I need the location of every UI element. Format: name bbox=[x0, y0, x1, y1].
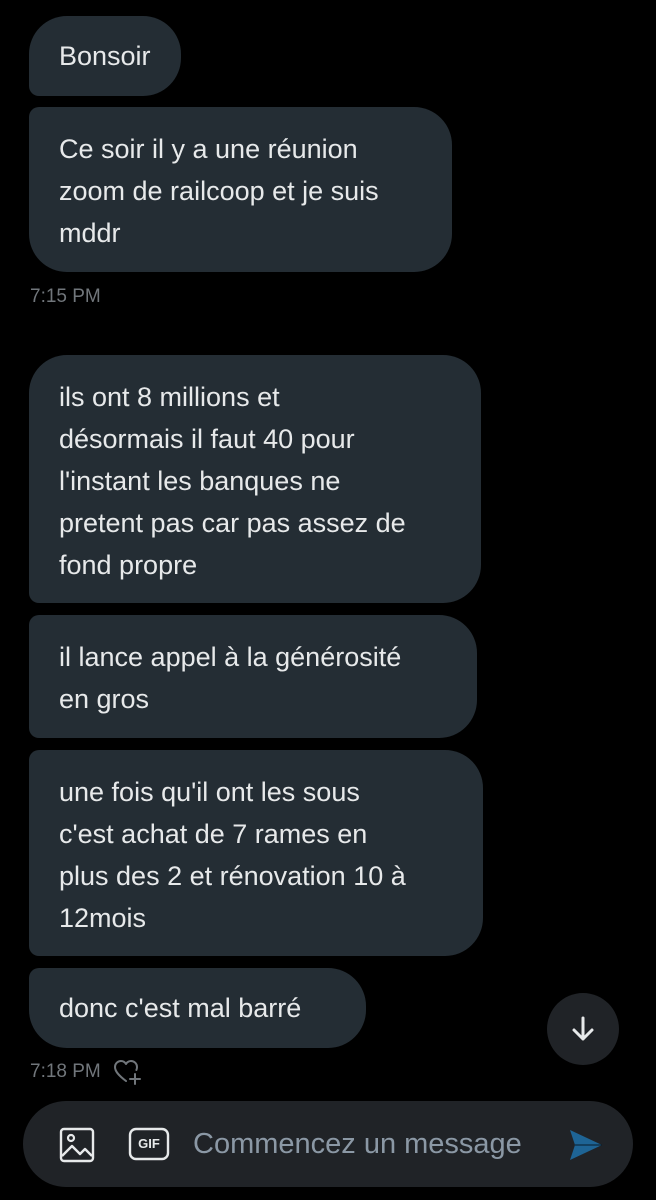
message-bubble[interactable]: une fois qu'il ont les sous c'est achat … bbox=[29, 750, 483, 956]
gif-label: GIF bbox=[138, 1136, 160, 1151]
send-icon[interactable] bbox=[566, 1125, 606, 1165]
message-bubble[interactable]: il lance appel à la générosité en gros bbox=[29, 615, 477, 738]
message-timestamp-row: 7:18 PM bbox=[30, 1058, 143, 1086]
heart-plus-icon[interactable] bbox=[113, 1058, 143, 1086]
message-input[interactable]: Commencez un message bbox=[193, 1101, 522, 1187]
message-bubble[interactable]: Ce soir il y a une réunion zoom de railc… bbox=[29, 107, 452, 272]
message-bubble[interactable]: donc c'est mal barré bbox=[29, 968, 366, 1048]
timestamp: 7:15 PM bbox=[30, 286, 101, 307]
message-bubble[interactable]: Bonsoir bbox=[29, 16, 181, 96]
message-timestamp-row: 7:15 PM bbox=[30, 286, 101, 308]
scroll-down-button[interactable] bbox=[547, 993, 619, 1065]
message-composer[interactable]: GIF Commencez un message bbox=[23, 1101, 633, 1187]
timestamp: 7:18 PM bbox=[30, 1061, 101, 1082]
image-icon[interactable] bbox=[57, 1125, 97, 1165]
message-bubble[interactable]: ils ont 8 millions et désormais il faut … bbox=[29, 355, 481, 603]
gif-icon[interactable]: GIF bbox=[127, 1126, 171, 1162]
arrow-down-icon bbox=[568, 1014, 598, 1044]
